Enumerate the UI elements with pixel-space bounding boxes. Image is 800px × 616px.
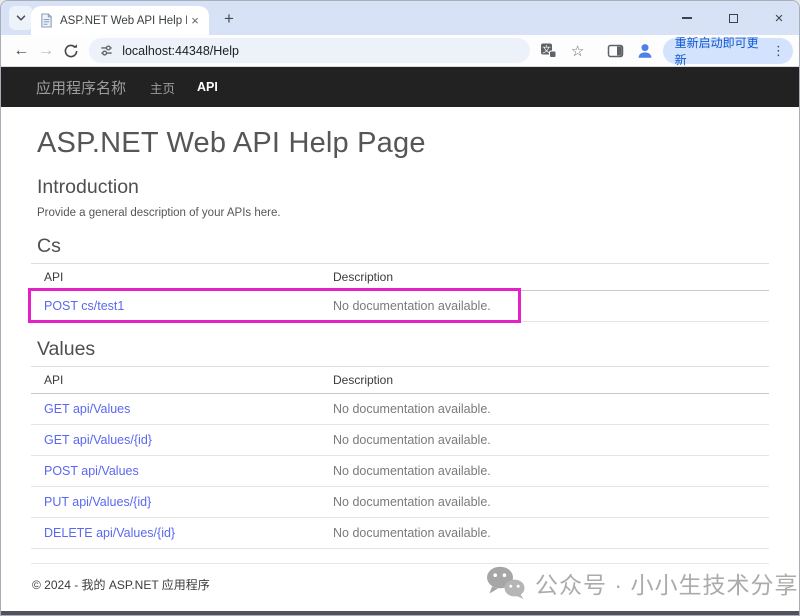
browser-toolbar: ← → localhost:44348/Help 文 [1, 35, 799, 67]
tab-close-icon[interactable]: × [187, 13, 203, 29]
section-heading-cs: Cs [37, 235, 769, 258]
values-api-table: API Description GET api/Values No docume… [31, 366, 769, 549]
api-link-get-values-id[interactable]: GET api/Values/{id} [44, 433, 152, 447]
section-heading-values: Values [37, 338, 769, 361]
address-bar[interactable]: localhost:44348/Help [89, 38, 529, 63]
table-row: POST api/Values No documentation availab… [31, 456, 769, 487]
footer-divider [31, 563, 769, 564]
chevron-down-icon [14, 11, 28, 25]
api-description: No documentation available. [320, 518, 769, 549]
column-header-description: Description [320, 367, 769, 394]
api-link-put-values-id[interactable]: PUT api/Values/{id} [44, 495, 151, 509]
side-panel-button[interactable] [607, 42, 625, 60]
toolbar-icons: 文 ☆ [540, 42, 654, 60]
browser-window: ASP.NET Web API Help Page × + × ← → [0, 0, 800, 616]
tab-search-button[interactable] [9, 6, 33, 30]
window-maximize-button[interactable] [723, 8, 743, 28]
maximize-icon [729, 14, 738, 23]
reload-button[interactable] [58, 38, 83, 64]
table-row: POST cs/test1 No documentation available… [31, 291, 769, 322]
forward-button[interactable]: → [34, 38, 59, 64]
api-link-get-values[interactable]: GET api/Values [44, 402, 130, 416]
bookmark-star-icon: ☆ [571, 42, 584, 60]
back-button[interactable]: ← [9, 38, 34, 64]
translate-button[interactable]: 文 [540, 42, 558, 60]
watermark: 公众号 · 小小生技术分享 [485, 565, 798, 600]
page-content: ASP.NET Web API Help Page Introduction P… [1, 127, 799, 593]
table-row: PUT api/Values/{id} No documentation ava… [31, 487, 769, 518]
new-tab-button[interactable]: + [219, 9, 239, 29]
tab-strip: ASP.NET Web API Help Page × + × [1, 1, 799, 35]
column-header-api: API [31, 264, 320, 291]
window-controls: × [677, 1, 789, 35]
minimize-icon [682, 17, 692, 19]
api-description: No documentation available. [320, 291, 769, 322]
api-description: No documentation available. [320, 487, 769, 518]
close-icon: × [775, 11, 784, 26]
table-row: GET api/Values No documentation availabl… [31, 394, 769, 425]
menu-kebab-icon[interactable]: ⋮ [772, 43, 785, 59]
api-link-post-values[interactable]: POST api/Values [44, 464, 139, 478]
nav-item-home[interactable]: 主页 [150, 78, 175, 97]
side-panel-icon [607, 43, 624, 59]
cs-table-wrap: API Description POST cs/test1 No documen… [31, 263, 769, 322]
window-bottom-edge [1, 611, 799, 615]
window-close-button[interactable]: × [769, 8, 789, 28]
profile-button[interactable] [636, 42, 654, 60]
tab-title: ASP.NET Web API Help Page [60, 15, 187, 27]
introduction-heading: Introduction [37, 176, 769, 199]
table-row: DELETE api/Values/{id} No documentation … [31, 518, 769, 549]
reload-icon [63, 43, 79, 59]
api-description: No documentation available. [320, 456, 769, 487]
navbar-brand[interactable]: 应用程序名称 [36, 77, 126, 98]
browser-tab[interactable]: ASP.NET Web API Help Page × [31, 6, 209, 35]
site-navbar: 应用程序名称 主页 API [1, 67, 799, 107]
url-text: localhost:44348/Help [122, 44, 239, 58]
chrome-update-button[interactable]: 重新启动即可更新 ⋮ [663, 38, 793, 64]
bookmark-button[interactable]: ☆ [569, 42, 587, 60]
api-link-delete-values-id[interactable]: DELETE api/Values/{id} [44, 526, 175, 540]
column-header-api: API [31, 367, 320, 394]
page-title: ASP.NET Web API Help Page [37, 127, 769, 160]
cs-api-table: API Description POST cs/test1 No documen… [31, 263, 769, 322]
update-button-label: 重新启动即可更新 [675, 34, 765, 68]
table-row: GET api/Values/{id} No documentation ava… [31, 425, 769, 456]
profile-avatar-icon [636, 42, 654, 60]
api-description: No documentation available. [320, 394, 769, 425]
watermark-text: 公众号 · 小小生技术分享 [535, 566, 798, 600]
page-favicon [40, 13, 53, 28]
nav-item-api[interactable]: API [197, 80, 218, 94]
wechat-icon [485, 565, 526, 600]
window-minimize-button[interactable] [677, 8, 697, 28]
site-settings-icon [99, 43, 114, 58]
api-link-post-cs-test1[interactable]: POST cs/test1 [44, 299, 124, 313]
introduction-text: Provide a general description of your AP… [37, 207, 769, 219]
api-description: No documentation available. [320, 425, 769, 456]
translate-icon: 文 [540, 42, 557, 59]
column-header-description: Description [320, 264, 769, 291]
